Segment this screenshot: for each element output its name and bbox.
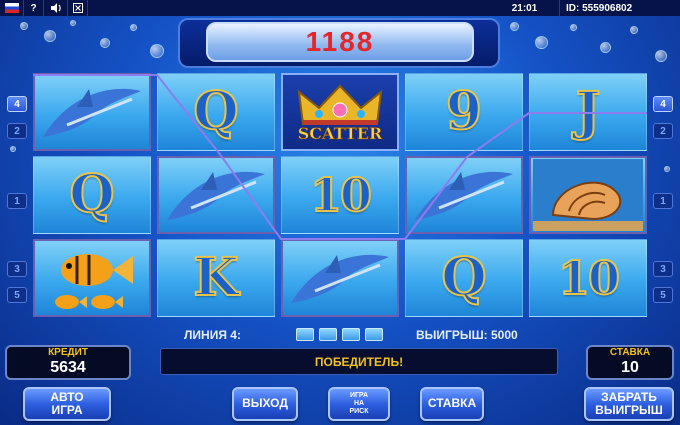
line-indicator-left-4[interactable]: 4 (7, 96, 27, 112)
gamble-label-2: НА (353, 400, 365, 408)
credit-value: 5634 (50, 358, 86, 376)
bet-button-label: СТАВКА (427, 396, 477, 411)
line-indicator-left-2[interactable]: 2 (7, 123, 27, 139)
line-indicator-left-1[interactable]: 1 (7, 193, 27, 209)
collect-label-2: ВЫИГРЫШ (595, 403, 663, 417)
win-amount-display: 1188 (206, 22, 474, 62)
bubble-decor (570, 24, 577, 31)
language-flag-button[interactable] (0, 0, 24, 16)
bubble-decor (20, 22, 28, 30)
bubble-decor (535, 36, 548, 49)
line-indicator-right-4[interactable]: 4 (653, 96, 673, 112)
bubble-decor (630, 26, 638, 34)
win-line-label: ЛИНИЯ 4: (184, 328, 241, 342)
line-indicator-right-1[interactable]: 1 (653, 193, 673, 209)
line-indicator-left-3[interactable]: 3 (7, 261, 27, 277)
mini-dolphin-icon (319, 328, 337, 341)
reel-grid: Q Q K SCATTER 10 9 Q J 10 (33, 73, 647, 322)
credit-label: КРЕДИТ (48, 346, 88, 358)
bubble-decor (130, 24, 137, 31)
bet-button[interactable]: СТАВКА (420, 387, 484, 421)
collect-win-button[interactable]: ЗАБРАТЬ ВЫИГРЫШ (584, 387, 674, 421)
bubble-decor (655, 50, 667, 62)
session-id: ID: 555906802 (566, 2, 633, 14)
mini-dolphin-icon (365, 328, 383, 341)
win-amount-label: ВЫИГРЫШ: 5000 (416, 328, 518, 342)
bubble-decor (10, 146, 16, 152)
gamble-button[interactable]: ИГРА НА РИСК (328, 387, 390, 421)
bet-label: СТАВКА (609, 346, 651, 358)
payline-4-overlay (33, 74, 647, 240)
line-indicator-right-3[interactable]: 3 (653, 261, 673, 277)
bubble-decor (510, 22, 519, 31)
bet-value: 10 (621, 358, 639, 376)
credit-panel: КРЕДИТ 5634 (5, 345, 131, 380)
bubble-decor (664, 166, 670, 172)
line-indicator-right-5[interactable]: 5 (653, 287, 673, 303)
bubble-decor (44, 30, 56, 42)
bet-panel: СТАВКА 10 (586, 345, 674, 380)
gamble-label-1: ИГРА (349, 392, 369, 400)
close-button[interactable] (68, 0, 88, 16)
speaker-icon (50, 3, 61, 13)
russia-flag-icon (4, 3, 19, 13)
line-indicator-left-5[interactable]: 5 (7, 287, 27, 303)
exit-label: ВЫХОД (242, 396, 288, 411)
bubble-decor (100, 38, 110, 48)
sound-button[interactable] (44, 0, 68, 16)
line-indicator-right-2[interactable]: 2 (653, 123, 673, 139)
clock-time: 21:01 (490, 0, 560, 16)
gamble-label-3: РИСК (349, 407, 369, 415)
mini-dolphin-icon (342, 328, 360, 341)
message-bar: ПОБЕДИТЕЛЬ! (160, 348, 558, 375)
auto-play-label-2: ИГРА (51, 403, 83, 417)
bubble-decor (600, 42, 611, 53)
auto-play-button[interactable]: АВТО ИГРА (23, 387, 111, 421)
close-icon (72, 3, 83, 13)
bubble-decor (150, 44, 164, 58)
help-label: ? (30, 2, 37, 14)
status-bar: ? 21:01 ID: 555906802 (0, 0, 680, 16)
exit-button[interactable]: ВЫХОД (232, 387, 298, 421)
help-button[interactable]: ? (24, 0, 44, 16)
bubble-decor (70, 20, 76, 26)
mini-dolphin-icon (296, 328, 314, 341)
